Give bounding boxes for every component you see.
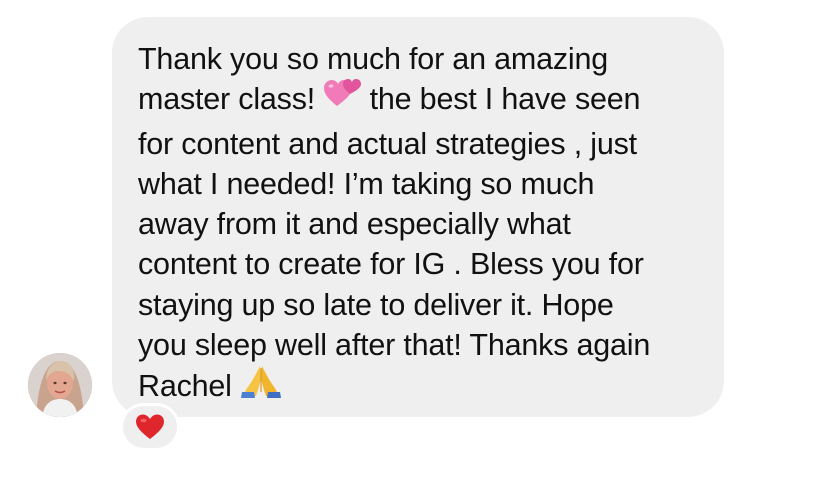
message-bubble[interactable]: Thank you so much for an amazing master … [112,17,724,417]
message-line-2-end: the best I have seen [361,82,641,117]
message-line-8: you sleep well after that! Thanks again [138,328,651,363]
two-hearts-icon [323,76,362,120]
message-line-3: for content and actual strategies , just [138,126,637,161]
red-heart-icon [136,414,164,439]
message-line-2-start: master class! [138,82,324,117]
message-line-9: Rachel [138,365,700,411]
message-thread: Thank you so much for an amazing master … [0,0,828,479]
sender-avatar[interactable] [28,353,92,417]
message-line-5: away from it and especially what [138,207,571,242]
message-line-9-text: Rachel [138,369,241,404]
avatar-photo [28,353,92,417]
message-line-1: Thank you so much for an amazing [138,42,608,76]
folded-hands-icon [240,362,282,408]
message-line-4: what I needed! I’m taking so much [138,166,595,201]
message-line-2: master class! the best I have seen [138,79,700,123]
message-line-7: staying up so late to deliver it. Hope [138,287,614,322]
heart-reaction[interactable] [120,403,180,451]
message-line-6: content to create for IG . Bless you for [138,247,644,282]
